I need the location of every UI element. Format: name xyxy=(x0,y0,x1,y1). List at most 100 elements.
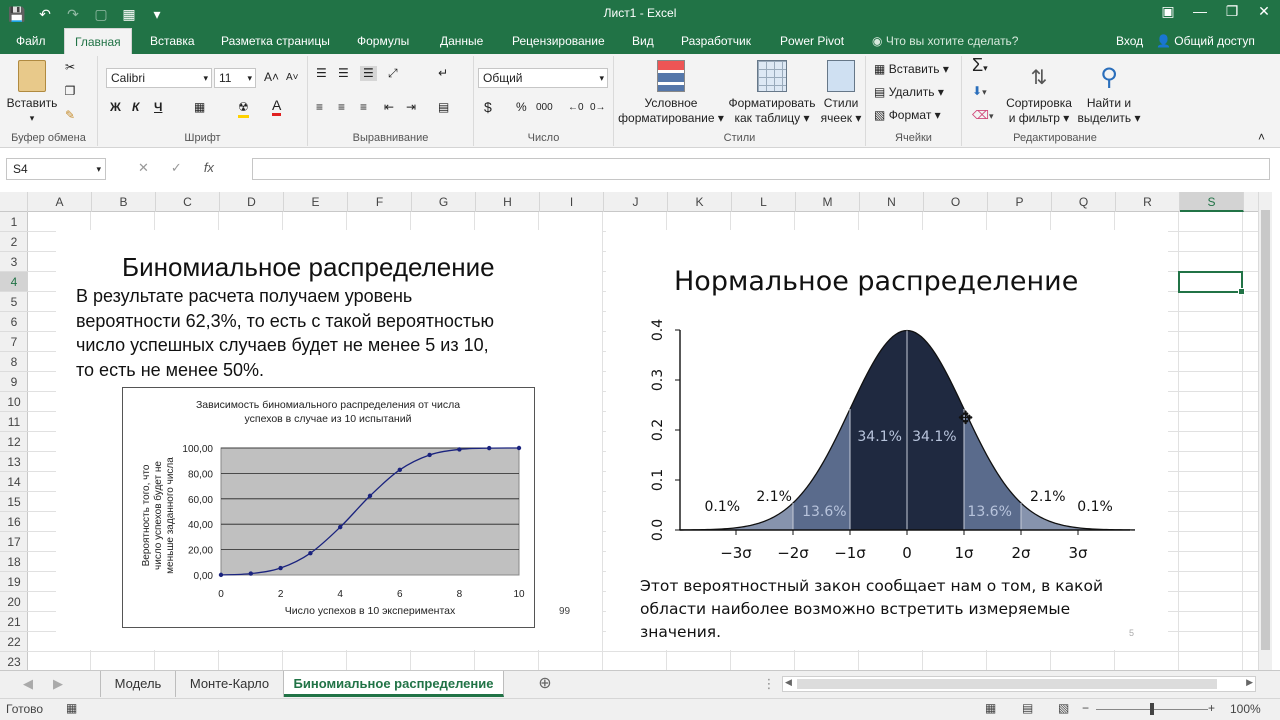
font-size-select[interactable]: 11 ▾ xyxy=(214,68,256,88)
row-header-23[interactable]: 23 xyxy=(0,652,28,672)
restore-icon[interactable]: ❐ xyxy=(1216,0,1248,24)
tab-formulas[interactable]: Формулы xyxy=(347,28,419,54)
tab-file[interactable]: Файл xyxy=(6,28,56,54)
column-header-j[interactable]: J xyxy=(604,192,668,212)
row-header-15[interactable]: 15 xyxy=(0,492,28,512)
row-header-10[interactable]: 10 xyxy=(0,392,28,412)
zoom-out-icon[interactable]: − xyxy=(1082,701,1089,715)
tab-split-handle-icon[interactable]: ⋮ xyxy=(762,671,776,697)
page-layout-view-icon[interactable]: ▤ xyxy=(1022,701,1033,715)
increase-decimal-icon[interactable]: ←0 xyxy=(568,100,584,115)
tab-view[interactable]: Вид xyxy=(622,28,664,54)
vertical-scrollbar[interactable] xyxy=(1258,192,1272,670)
scroll-right-arrow-icon[interactable]: ▶ xyxy=(1246,677,1253,688)
ribbon-display-icon[interactable]: ▣ xyxy=(1152,0,1184,24)
align-bottom-icon[interactable]: ☰ xyxy=(360,66,377,81)
tab-insert[interactable]: Вставка xyxy=(140,28,205,54)
zoom-slider-thumb[interactable] xyxy=(1150,703,1154,715)
delete-cells-button[interactable]: ▤ Удалить ▾ xyxy=(874,85,960,100)
page-break-view-icon[interactable]: ▧ xyxy=(1058,701,1069,715)
cancel-icon[interactable]: ✕ xyxy=(138,160,149,176)
formula-input[interactable] xyxy=(252,158,1270,180)
row-header-13[interactable]: 13 xyxy=(0,452,28,472)
column-header-e[interactable]: E xyxy=(284,192,348,212)
number-format-select[interactable]: Общий ▾ xyxy=(478,68,608,88)
macro-record-icon[interactable]: ▦ xyxy=(66,701,77,715)
format-as-table-button[interactable]: Форматировать как таблицу ▾ xyxy=(726,60,818,126)
wrap-text-icon[interactable]: ↵ xyxy=(438,66,448,81)
scroll-left-arrow-icon[interactable]: ◀ xyxy=(785,677,792,688)
row-header-3[interactable]: 3 xyxy=(0,252,28,272)
column-header-k[interactable]: K xyxy=(668,192,732,212)
percent-button[interactable]: % xyxy=(516,100,527,115)
horizontal-scrollbar[interactable]: ◀ ▶ xyxy=(782,676,1256,692)
tab-power-pivot[interactable]: Power Pivot xyxy=(770,28,854,54)
paste-button[interactable]: Вставить ▾ xyxy=(6,60,58,126)
underline-button[interactable]: Ч xyxy=(154,100,162,115)
scroll-left-icon[interactable]: ◀ xyxy=(18,671,38,697)
clear-icon[interactable]: ⌫▾ xyxy=(972,108,994,124)
tab-page-layout[interactable]: Разметка страницы xyxy=(211,28,340,54)
font-color-icon[interactable]: A xyxy=(272,98,282,116)
row-header-9[interactable]: 9 xyxy=(0,372,28,392)
minimize-icon[interactable]: — xyxy=(1184,0,1216,24)
column-header-r[interactable]: R xyxy=(1116,192,1180,212)
column-header-d[interactable]: D xyxy=(220,192,284,212)
align-top-icon[interactable]: ☰ xyxy=(316,66,327,81)
row-header-12[interactable]: 12 xyxy=(0,432,28,452)
borders-icon[interactable]: ▦ xyxy=(194,100,205,115)
selected-cell[interactable] xyxy=(1178,271,1245,295)
orientation-icon[interactable]: ⤢ xyxy=(388,66,398,81)
bold-button[interactable]: Ж xyxy=(110,100,121,115)
find-select-button[interactable]: ⚲ Найти и выделить ▾ xyxy=(1076,60,1142,126)
row-header-17[interactable]: 17 xyxy=(0,532,28,552)
currency-button[interactable]: $ xyxy=(484,100,492,115)
row-header-2[interactable]: 2 xyxy=(0,232,28,252)
row-header-4[interactable]: 4 xyxy=(0,272,28,292)
decrease-decimal-icon[interactable]: 0→ xyxy=(590,100,606,115)
tab-review[interactable]: Рецензирование xyxy=(502,28,615,54)
sort-filter-button[interactable]: ⇅ Сортировка и фильтр ▾ xyxy=(1004,60,1074,126)
column-header-l[interactable]: L xyxy=(732,192,796,212)
conditional-formatting-button[interactable]: Условное форматирование ▾ xyxy=(618,60,724,126)
autosum-icon[interactable]: Σ▾ xyxy=(972,56,988,76)
collapse-ribbon-icon[interactable]: ˄ xyxy=(1258,130,1265,145)
tab-home[interactable]: Главная xyxy=(64,28,132,54)
column-header-p[interactable]: P xyxy=(988,192,1052,212)
align-right-icon[interactable]: ≡ xyxy=(360,100,367,115)
column-header-g[interactable]: G xyxy=(412,192,476,212)
column-header-b[interactable]: B xyxy=(92,192,156,212)
row-header-19[interactable]: 19 xyxy=(0,572,28,592)
column-header-q[interactable]: Q xyxy=(1052,192,1116,212)
column-header-a[interactable]: A xyxy=(28,192,92,212)
fill-icon[interactable]: ⬇▾ xyxy=(972,84,987,100)
format-cells-button[interactable]: ▧ Формат ▾ xyxy=(874,108,960,123)
row-header-5[interactable]: 5 xyxy=(0,292,28,312)
column-header-i[interactable]: I xyxy=(540,192,604,212)
enter-icon[interactable]: ✓ xyxy=(171,160,182,176)
cell-styles-button[interactable]: Стили ячеек ▾ xyxy=(818,60,864,126)
format-painter-icon[interactable]: ✎ xyxy=(62,108,78,123)
align-left-icon[interactable]: ≡ xyxy=(316,100,323,115)
share-button[interactable]: 👤 Общий доступ xyxy=(1156,28,1255,54)
align-center-icon[interactable]: ≡ xyxy=(338,100,345,115)
add-sheet-icon[interactable]: ⊕ xyxy=(534,671,556,697)
row-header-16[interactable]: 16 xyxy=(0,512,28,532)
decrease-indent-icon[interactable]: ⇤ xyxy=(384,100,394,115)
select-all-corner[interactable] xyxy=(0,192,28,212)
sheet-tab-model[interactable]: Модель xyxy=(100,671,176,697)
zoom-level[interactable]: 100% xyxy=(1230,702,1261,716)
row-header-21[interactable]: 21 xyxy=(0,612,28,632)
row-header-14[interactable]: 14 xyxy=(0,472,28,492)
binomial-chart[interactable]: Зависимость биномиального распределения … xyxy=(122,387,535,628)
insert-cells-button[interactable]: ▦ Вставить ▾ xyxy=(874,62,960,77)
column-header-m[interactable]: M xyxy=(796,192,860,212)
sheet-tab-binomial[interactable]: Биномиальное распределение xyxy=(284,671,504,697)
font-name-select[interactable]: Calibri ▾ xyxy=(106,68,212,88)
row-header-11[interactable]: 11 xyxy=(0,412,28,432)
horizontal-scroll-thumb[interactable] xyxy=(797,679,1217,689)
column-header-s[interactable]: S xyxy=(1180,192,1244,212)
sheet-tab-monte-carlo[interactable]: Монте-Карло xyxy=(176,671,284,697)
vertical-scroll-thumb[interactable] xyxy=(1261,210,1270,650)
row-header-7[interactable]: 7 xyxy=(0,332,28,352)
